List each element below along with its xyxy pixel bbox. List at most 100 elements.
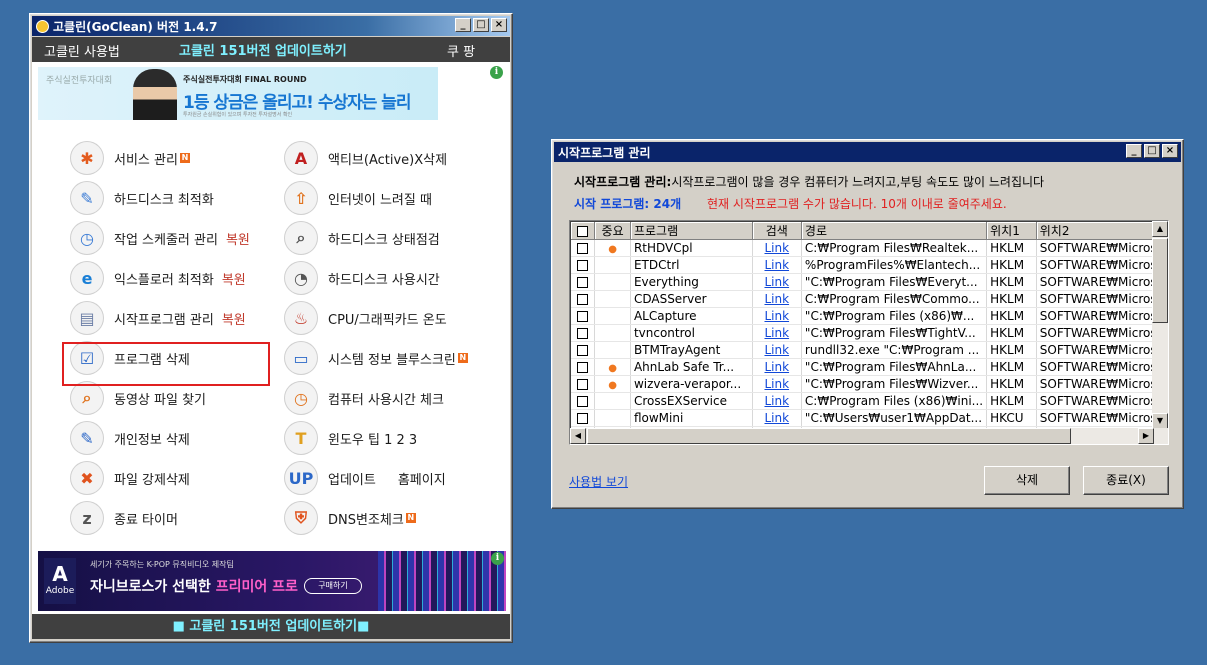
table-row[interactable]: CrossEXService Link C:₩Program Files (x86)… [571,392,1168,410]
search-link[interactable]: Link [764,343,789,357]
right-menu-item-0[interactable]: A 액티브(Active)X삭제 [284,140,447,176]
right-menu-item-1[interactable]: ⇧ 인터넷이 느려질 때 [284,180,432,216]
usage-menu[interactable]: 고클린 사용법 [44,41,120,60]
column-header-6[interactable]: 위치2 [1036,222,1168,240]
search-link[interactable]: Link [764,360,789,374]
right-menu-item-8[interactable]: UP 업데이트 홈페이지 [284,460,446,496]
row-checkbox-cell[interactable] [571,358,596,376]
bottom-ad-banner[interactable]: A Adobe 세기가 주목하는 K-POP 뮤직비디오 제작팀 자니브로스가 … [38,551,506,611]
row-checkbox-cell[interactable] [571,239,596,257]
row-checkbox[interactable] [577,345,589,356]
select-all-checkbox[interactable] [577,225,589,237]
horizontal-scrollbar[interactable]: ◀ ▶ [570,428,1168,444]
minimize-button[interactable]: _ [1126,144,1142,158]
row-checkbox-cell[interactable] [571,256,596,274]
scroll-left-button[interactable]: ◀ [570,428,586,444]
left-menu-item-0[interactable]: ✱ 서비스 관리 N [70,140,190,176]
table-row[interactable]: Everything Link "C:₩Program Files₩Everyt..… [571,273,1168,291]
column-header-5[interactable]: 위치1 [986,222,1037,240]
left-menu-item-extra-link[interactable]: 복원 [222,309,246,328]
column-header-4[interactable]: 경로 [801,222,988,240]
left-menu-item-7[interactable]: ✎ 개인정보 삭제 [70,420,190,456]
row-checkbox-cell[interactable] [571,341,596,359]
search-link[interactable]: Link [764,394,789,408]
close-dialog-button[interactable]: 종료(X) [1083,466,1169,495]
right-menu-item-4[interactable]: ♨ CPU/그래픽카드 온도 [284,300,447,336]
ad-buy-button[interactable]: 구매하기 [304,578,362,594]
maximize-button[interactable]: □ [1144,144,1160,158]
startup-grid[interactable]: 중요 프로그램 검색 경로 위치1 위치2 ● RtHDVCpl Link C:₩Program… [569,220,1169,445]
search-link[interactable]: Link [764,292,789,306]
row-checkbox[interactable] [577,243,589,254]
row-checkbox[interactable] [577,311,589,322]
delete-button[interactable]: 삭제 [984,466,1070,495]
row-checkbox[interactable] [577,277,589,288]
column-header-2[interactable]: 프로그램 [630,222,753,240]
right-menu-item-9[interactable]: ⛨ DNS변조체크 N [284,500,416,536]
maximize-button[interactable]: □ [473,18,489,32]
row-checkbox[interactable] [577,294,589,305]
right-menu-item-extra-link[interactable]: 홈페이지 [398,469,446,488]
row-checkbox[interactable] [577,379,589,390]
vertical-scrollbar[interactable]: ▲ ▼ [1152,221,1168,429]
table-row[interactable]: ALCapture Link "C:₩Program Files (x86)₩...… [571,307,1168,325]
row-checkbox[interactable] [577,413,589,424]
column-header-1[interactable]: 중요 [594,222,631,240]
table-row[interactable]: BTMTrayAgent Link rundll32.exe "C:₩Program… [571,341,1168,359]
left-menu-item-2[interactable]: ◷ 작업 스케줄러 관리 복원 [70,220,250,256]
row-checkbox-cell[interactable] [571,324,596,342]
table-row[interactable]: flowMini Link "C:₩Users₩user1₩AppDat... HKC… [571,409,1168,427]
scroll-right-button[interactable]: ▶ [1138,428,1154,444]
table-row[interactable]: ETDCtrl Link %ProgramFiles%₩Elantech... HKL… [571,256,1168,274]
left-menu-item-extra-link[interactable]: 복원 [226,229,250,248]
right-menu-item-5[interactable]: ▭ 시스템 정보 블루스크린 N [284,340,468,376]
row-checkbox-cell[interactable] [571,392,596,410]
top-ad-banner[interactable]: 주식실전투자대회 주식실전투자대회 FINAL ROUND 1등 상금은 올리고… [38,67,438,120]
row-checkbox[interactable] [577,260,589,271]
table-row[interactable]: CDASServer Link C:₩Program Files₩Commo... H… [571,290,1168,308]
scroll-down-button[interactable]: ▼ [1152,413,1168,429]
left-menu-item-9[interactable]: z 종료 타이머 [70,500,178,536]
scroll-up-button[interactable]: ▲ [1152,221,1168,237]
search-link[interactable]: Link [764,275,789,289]
search-link[interactable]: Link [764,377,789,391]
row-checkbox-cell[interactable] [571,290,596,308]
vertical-scroll-thumb[interactable] [1152,238,1168,323]
row-checkbox-cell[interactable] [571,307,596,325]
close-button[interactable]: × [1162,144,1178,158]
right-menu-item-7[interactable]: T 윈도우 팁 1 2 3 [284,420,417,456]
minimize-button[interactable]: _ [455,18,471,32]
startup-titlebar[interactable]: 시작프로그램 관리 _ □ × [554,142,1181,162]
row-checkbox[interactable] [577,362,589,373]
ad-info-icon[interactable]: i [490,66,503,79]
table-row[interactable]: tvncontrol Link "C:₩Program Files₩TightV..… [571,324,1168,342]
right-menu-item-3[interactable]: ◔ 하드디스크 사용시간 [284,260,440,296]
horizontal-scroll-thumb[interactable] [587,428,1071,444]
coupang-link[interactable]: 쿠 팡 [447,41,475,60]
left-menu-item-extra-link[interactable]: 복원 [222,269,246,288]
usage-link[interactable]: 사용법 보기 [569,473,628,490]
right-menu-item-6[interactable]: ◷ 컴퓨터 사용시간 체크 [284,380,444,416]
left-menu-item-1[interactable]: ✎ 하드디스크 최적화 [70,180,214,216]
search-link[interactable]: Link [764,411,789,425]
ad-bottom-info-icon[interactable]: i [491,552,504,565]
right-menu-item-2[interactable]: ⌕ 하드디스크 상태점검 [284,220,440,256]
footer-update-link[interactable]: ■ 고클린 151버전 업데이트하기■ [32,614,510,639]
table-row[interactable]: ● AhnLab Safe Tr... Link "C:₩Program Files₩… [571,358,1168,376]
row-checkbox[interactable] [577,396,589,407]
goclean-titlebar[interactable]: 고클린(GoClean) 버전 1.4.7 _ □ × [32,16,510,36]
row-checkbox-cell[interactable] [571,273,596,291]
search-link[interactable]: Link [764,241,789,255]
table-row[interactable]: ● RtHDVCpl Link C:₩Program Files₩Realtek...… [571,239,1168,257]
table-row[interactable]: ● wizvera-verapor... Link "C:₩Program Files… [571,375,1168,393]
row-checkbox[interactable] [577,328,589,339]
left-menu-item-3[interactable]: e 익스플로러 최적화 복원 [70,260,246,296]
left-menu-item-4[interactable]: ▤ 시작프로그램 관리 복원 [70,300,246,336]
row-checkbox-cell[interactable] [571,409,596,427]
row-checkbox-cell[interactable] [571,375,596,393]
search-link[interactable]: Link [764,258,789,272]
search-link[interactable]: Link [764,309,789,323]
left-menu-item-8[interactable]: ✖ 파일 강제삭제 [70,460,190,496]
column-header-3[interactable]: 검색 [752,222,802,240]
update-banner-link[interactable]: 고클린 151버전 업데이트하기 [179,40,347,59]
